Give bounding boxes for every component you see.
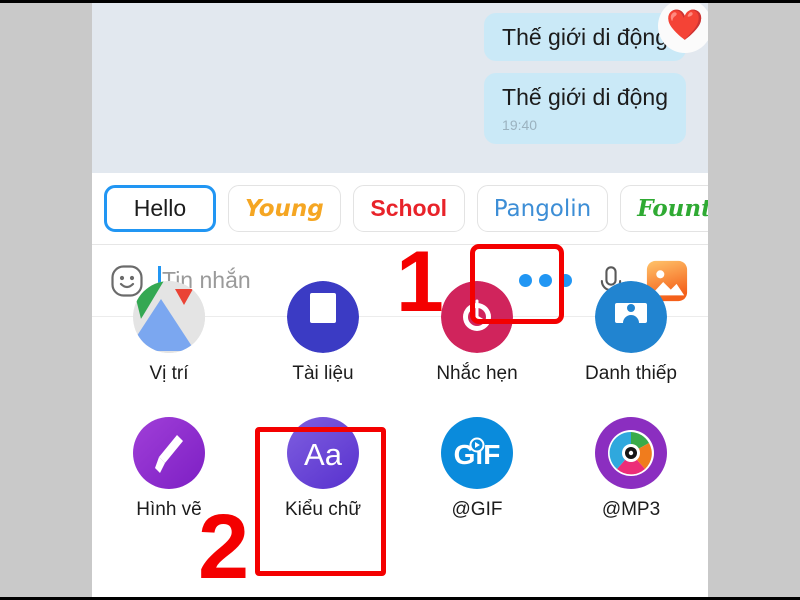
font-chip-fountain[interactable]: Fountain [620,185,708,232]
app-item-label: @GIF [451,499,503,520]
app-item-label: Nhắc hẹn [436,363,518,384]
app-item-document[interactable]: Tài liệu [246,281,400,391]
message-row: Thế giới di động ❤️ [92,3,708,73]
heart-reaction-icon[interactable]: ❤️ [658,3,708,53]
app-item-mp3[interactable]: @MP3 [554,415,708,541]
app-item-label: @MP3 [601,499,661,520]
left-letterbox-rail [0,3,92,597]
document-icon [285,279,361,355]
right-letterbox-rail [708,3,800,597]
message-bubble[interactable]: Thế giới di động 19:40 [484,73,686,144]
app-item-label: Tài liệu [292,363,354,384]
annotation-highlight-more-button [470,244,564,324]
app-item-label: Vị trí [149,363,189,384]
font-chip-pangolin[interactable]: Pangolin [476,185,609,232]
app-grid-row: Hình vẽ Aa Kiểu chữ GiF @GIF @MP3 [92,391,708,541]
message-bubble[interactable]: Thế giới di động ❤️ [484,3,708,62]
app-item-label: Danh thiếp [585,363,677,384]
screenshot-frame: Thế giới di động ❤️ Thế giới di động 19:… [0,3,800,597]
message-text: Thế giới di động [502,84,668,111]
app-item-contact-card[interactable]: Danh thiếp [554,281,708,391]
app-item-gif[interactable]: GiF @GIF [400,415,554,541]
paintbrush-icon [131,415,207,491]
chat-message-area: Thế giới di động ❤️ Thế giới di động 19:… [92,3,708,173]
app-item-location[interactable]: Vị trí [92,281,246,391]
annotation-highlight-font-style [255,427,386,576]
contact-card-icon [593,279,669,355]
font-chip-school[interactable]: School [352,185,465,232]
font-chip-young[interactable]: Young [228,185,341,232]
annotation-step-1: 1 [396,234,444,330]
message-row: Thế giới di động 19:40 [92,73,708,144]
message-timestamp: 19:40 [502,116,538,133]
location-icon [131,279,207,355]
app-item-label: Hình vẽ [136,499,202,520]
message-text: Thế giới di động [502,24,668,50]
annotation-step-2: 2 [198,496,250,598]
mp3-disc-icon [593,415,669,491]
gif-icon: GiF [439,415,515,491]
font-chip-hello[interactable]: Hello [104,185,216,232]
